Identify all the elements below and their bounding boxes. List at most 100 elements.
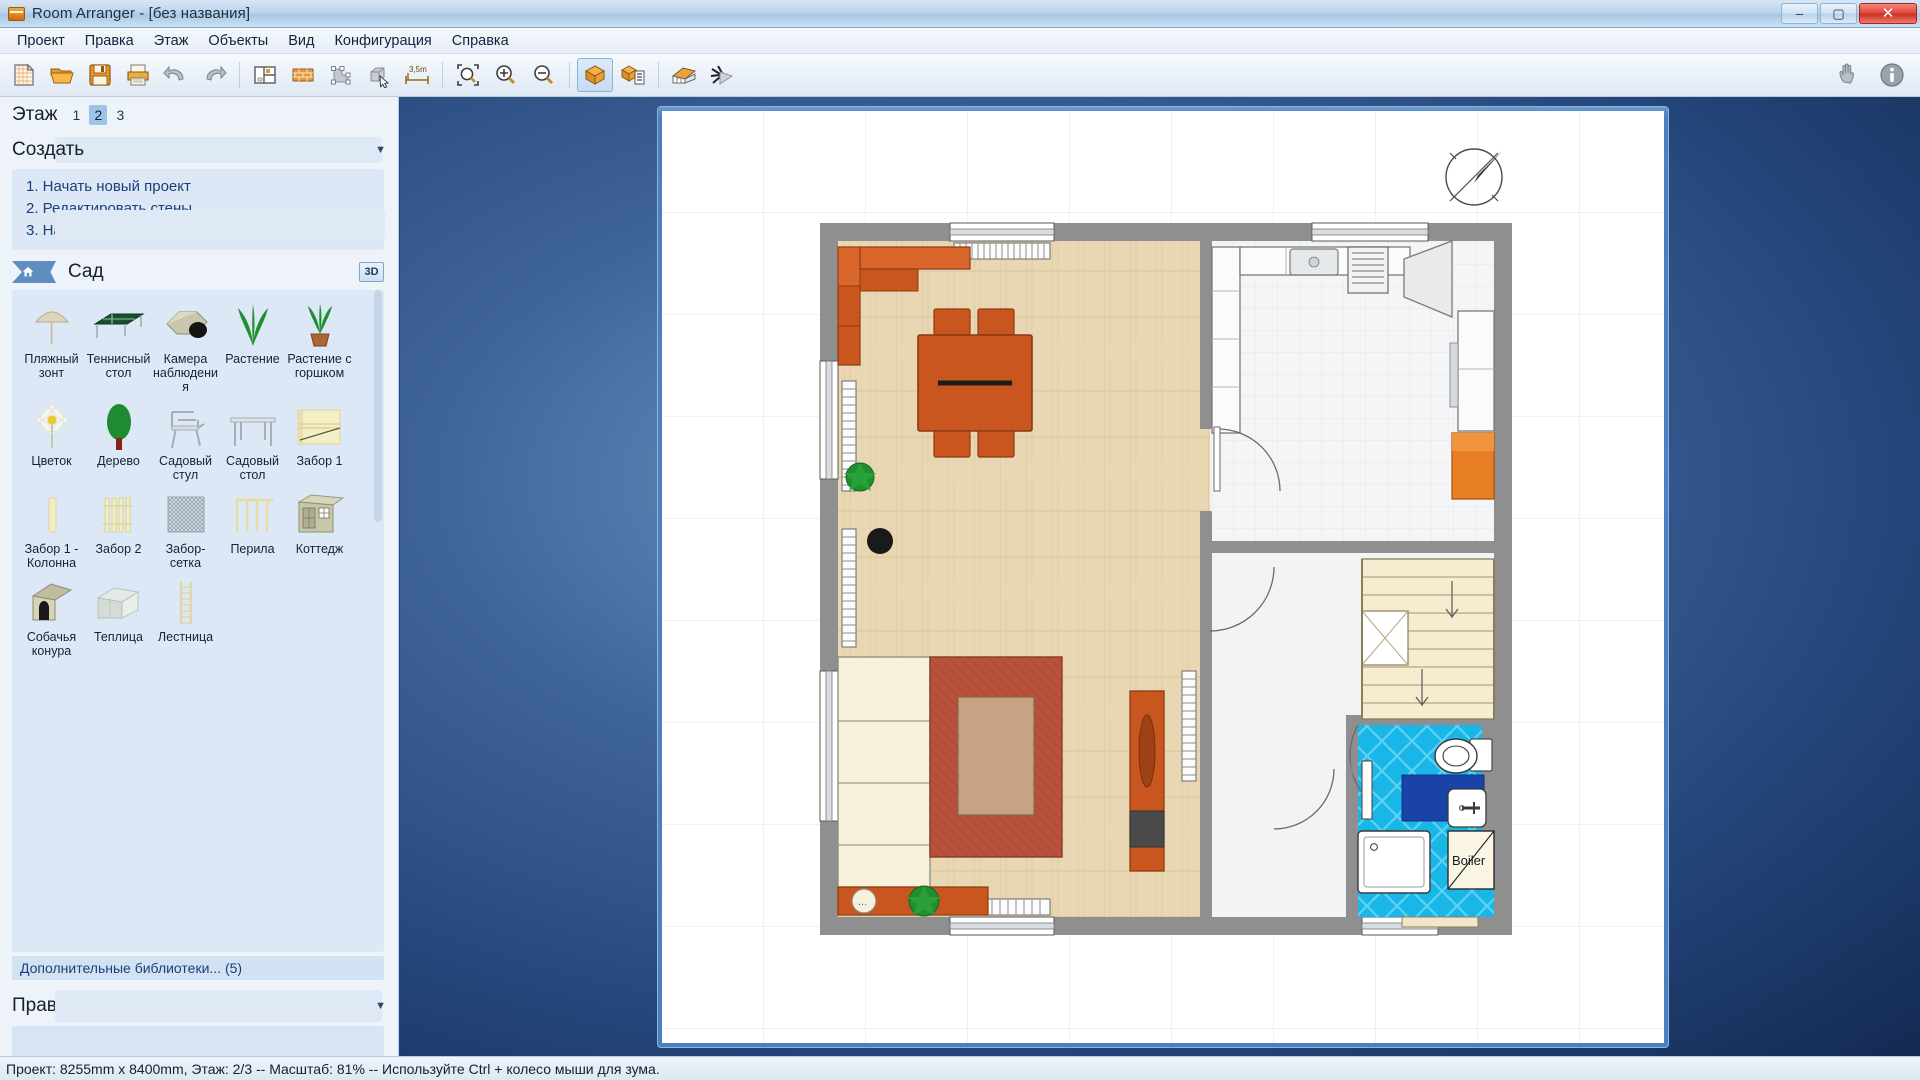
objects-view-button[interactable] — [577, 58, 613, 92]
library-item[interactable]: Пляжный зонт — [18, 298, 85, 394]
view-3d-button[interactable]: 3D — [359, 262, 384, 282]
library-home-button[interactable] — [12, 261, 43, 283]
undo-arrow-icon — [163, 65, 184, 81]
toolbar: 3,5m — [0, 54, 1920, 97]
minimize-button[interactable]: – — [1781, 3, 1818, 24]
status-text: Проект: 8255mm x 8400mm, Этаж: 2/3 -- Ма… — [6, 1060, 660, 1077]
dimension-button[interactable]: 3,5m — [399, 58, 435, 92]
library-item[interactable]: Камера наблюдения — [152, 298, 219, 394]
hand-pan-icon — [1839, 63, 1854, 84]
save-button[interactable] — [82, 58, 118, 92]
render-button[interactable] — [704, 58, 740, 92]
floor-tab-1[interactable]: 1 — [67, 105, 85, 125]
round-stool — [867, 528, 893, 554]
garden-table-icon — [230, 417, 275, 446]
fence-1-column-icon — [48, 497, 56, 533]
library-item[interactable]: Собачья конура — [18, 576, 85, 658]
item-label: Пляжный зонт — [24, 352, 79, 380]
library-item[interactable]: Лестница — [152, 576, 219, 658]
item-label: Садовый стул — [159, 454, 212, 482]
more-libraries-link[interactable]: Дополнительные библиотеки... (5) — [12, 956, 384, 980]
chevron-down-icon[interactable]: ▼ — [375, 144, 386, 156]
library-scrollbar[interactable] — [374, 290, 382, 952]
zoom-fit-button[interactable] — [450, 58, 486, 92]
menu-konfiguraciya[interactable]: Конфигурация — [325, 29, 440, 53]
zoom-in-button[interactable] — [488, 58, 524, 92]
shower-tray — [1357, 830, 1431, 894]
item-thumb — [161, 576, 211, 628]
library-item[interactable]: Теннисный стол — [85, 298, 152, 394]
library-grid-panel: Пляжный зонт Теннисный стол Камера наблю… — [12, 290, 384, 952]
menu-vid[interactable]: Вид — [279, 29, 323, 53]
security-camera-icon — [165, 311, 208, 338]
objects-list-button[interactable] — [615, 58, 651, 92]
menu-proekt[interactable]: Проект — [8, 29, 74, 53]
library-item[interactable]: Растение — [219, 298, 286, 394]
menu-obekty[interactable]: Объекты — [199, 29, 277, 53]
undo-button[interactable] — [158, 58, 194, 92]
render-burst-icon — [710, 65, 734, 85]
print-button[interactable] — [120, 58, 156, 92]
step-new-project[interactable]: 1. Начать новый проект — [26, 176, 384, 198]
floor-plan-button[interactable] — [247, 58, 283, 92]
box-list-icon — [621, 65, 645, 85]
floor-tab-3[interactable]: 3 — [111, 105, 129, 125]
library-item[interactable]: Теплица — [85, 576, 152, 658]
item-thumb — [291, 488, 349, 540]
window-controls: – ▢ ✕ — [1779, 0, 1920, 27]
floor-label: Этаж — [12, 104, 58, 125]
floor-tab-2[interactable]: 2 — [89, 105, 108, 125]
library-item[interactable]: Дерево — [85, 400, 152, 482]
pan-tool-button[interactable] — [1831, 58, 1867, 92]
edit-section-background — [55, 990, 382, 1022]
object-select-button[interactable] — [361, 58, 397, 92]
house-view-button[interactable] — [666, 58, 702, 92]
library-item[interactable]: Коттедж — [286, 488, 353, 570]
floor-plan-icon — [254, 66, 276, 84]
library-item[interactable]: Забор-сетка — [152, 488, 219, 570]
library-item[interactable]: Растение с горшком — [286, 298, 353, 394]
maximize-button[interactable]: ▢ — [1820, 3, 1857, 24]
chevron-down-icon[interactable]: ▼ — [375, 1000, 386, 1012]
redo-button[interactable] — [196, 58, 232, 92]
toolbar-separator-1 — [239, 62, 240, 88]
menu-etazh[interactable]: Этаж — [145, 29, 198, 53]
library-scrollbar-thumb[interactable] — [374, 290, 382, 522]
menu-pravka[interactable]: Правка — [76, 29, 143, 53]
edit-section-header[interactable]: Правка ▼ — [0, 986, 398, 1026]
new-document-button[interactable] — [6, 58, 42, 92]
menu-spravka[interactable]: Справка — [443, 29, 518, 53]
dining-chair — [977, 430, 1015, 458]
wall-edit-button[interactable] — [285, 58, 321, 92]
item-thumb — [292, 400, 348, 452]
item-label: Теплица — [93, 630, 144, 644]
library-item[interactable]: Перила — [219, 488, 286, 570]
item-label: Забор 2 — [95, 542, 142, 556]
library-item[interactable]: Забор 1 — [286, 400, 353, 482]
item-label: Растение — [225, 352, 280, 366]
open-folder-button[interactable] — [44, 58, 80, 92]
flower-icon — [35, 403, 68, 448]
document-window: ... Boiler — [658, 107, 1668, 1047]
library-item[interactable]: Забор 2 — [85, 488, 152, 570]
radiator-center-right — [1181, 670, 1197, 782]
garden-chair-icon — [170, 411, 205, 449]
item-thumb — [295, 298, 345, 350]
item-thumb — [27, 400, 77, 452]
info-button[interactable] — [1874, 58, 1910, 92]
cottage-icon — [296, 494, 344, 533]
coffee-table — [957, 696, 1035, 816]
workspace: ... Boiler — [400, 97, 1920, 1056]
room-shape-button[interactable] — [323, 58, 359, 92]
library-item[interactable]: Садовый стол — [219, 400, 286, 482]
dog-house-icon — [31, 583, 72, 621]
room-shape-icon — [331, 66, 351, 85]
zoom-out-button[interactable] — [526, 58, 562, 92]
floor-plan-canvas[interactable]: ... Boiler — [662, 111, 1664, 1043]
create-section-header[interactable]: Создать ▼ — [0, 133, 398, 167]
library-item[interactable]: Цветок — [18, 400, 85, 482]
fence-2-icon — [102, 497, 133, 533]
library-item[interactable]: Забор 1 - Колонна — [18, 488, 85, 570]
close-button[interactable]: ✕ — [1859, 3, 1917, 24]
library-item[interactable]: Садовый стул — [152, 400, 219, 482]
